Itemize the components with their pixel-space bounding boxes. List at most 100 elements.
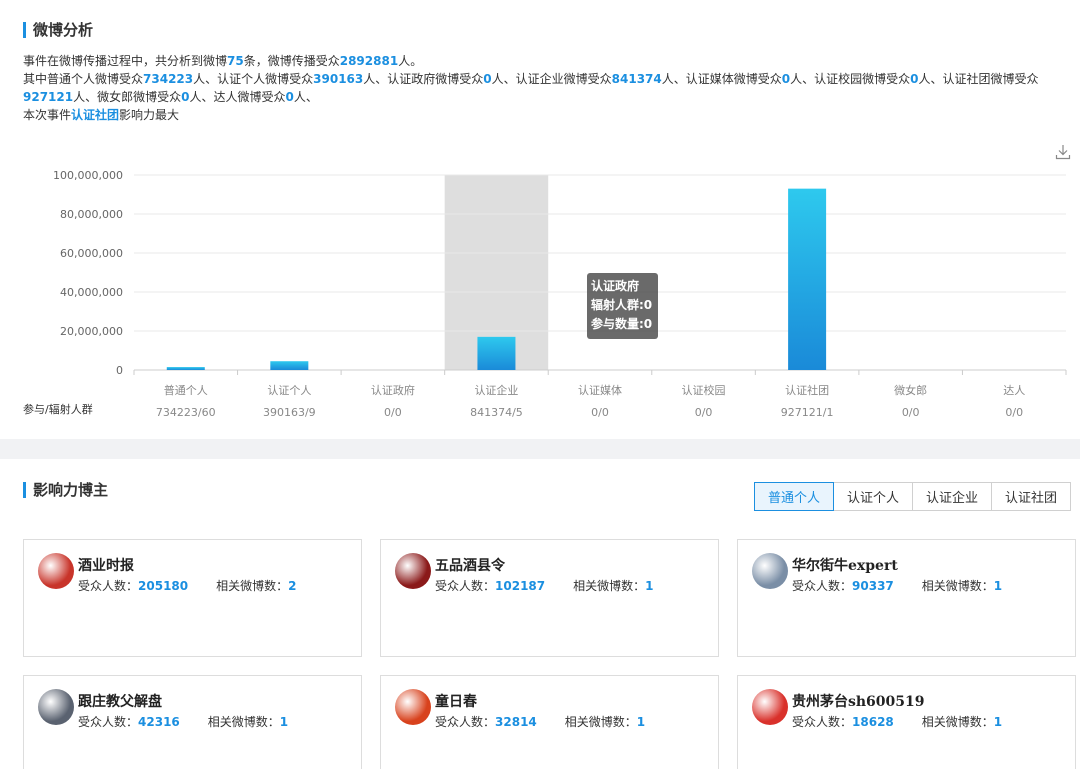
influencer-card[interactable]: 童日春受众人数：32814 相关微博数：1 — [380, 675, 719, 769]
influencers-title: 影响力博主 — [23, 482, 108, 498]
bar-0 — [166, 367, 205, 370]
posts-count: 1 — [993, 715, 1003, 729]
influencer-name[interactable]: 跟庄教父解盘 — [78, 691, 162, 711]
x-tick-label: 认证个人 — [267, 384, 311, 397]
row-value: 927121/1 — [781, 406, 834, 419]
summary-text: 其中普通个人微博受众 — [23, 72, 144, 86]
posts-label: 相关微博数： — [564, 715, 637, 729]
summary-number: 734223 — [143, 72, 194, 86]
summary-number: 0 — [483, 72, 492, 86]
audience-count: 32814 — [495, 715, 537, 729]
tab-2[interactable]: 认证企业 — [912, 482, 992, 511]
influencer-name[interactable]: 华尔街牛expert — [792, 555, 898, 575]
influencer-name[interactable]: 五品酒县令 — [435, 555, 505, 575]
row-value: 0/0 — [384, 406, 402, 419]
summary-line-1: 事件在微博传播过程中，共分析到微博75条，微博传播受众2892881人。 — [23, 54, 423, 68]
influencer-stats: 受众人数：42316 相关微博数：1 — [78, 713, 288, 730]
x-tick-label: 达人 — [1003, 384, 1025, 397]
weibo-analysis-panel: 微博分析 事件在微博传播过程中，共分析到微博75条，微博传播受众2892881人… — [0, 0, 1080, 439]
influencer-name[interactable]: 童日春 — [435, 691, 477, 711]
summary-text: 人、认证校园微博受众 — [790, 72, 911, 86]
influencer-card[interactable]: 酒业时报 受众人数：205180 相关微博数：2 — [23, 539, 362, 657]
summary-text: 人、认证政府微博受众 — [363, 72, 484, 86]
total-audience: 2892881 — [339, 54, 399, 68]
audience-label: 受众人数： — [435, 579, 496, 593]
row-value: 734223/60 — [156, 406, 216, 419]
x-tick-label: 认证校园 — [682, 383, 726, 397]
x-tick-label: 认证政府 — [371, 383, 415, 397]
y-tick-label: 20,000,000 — [60, 325, 123, 338]
chart-tooltip: 认证政府 辐射人群:0 参与数量:0 — [587, 273, 658, 339]
audience-count: 18628 — [852, 715, 894, 729]
analysis-summary: 事件在微博传播过程中，共分析到微博75条，微博传播受众2892881人。 其中普… — [23, 52, 1075, 124]
posts-label: 相关微博数： — [573, 579, 646, 593]
x-tick-label: 微女郎 — [894, 383, 927, 397]
weibo-count: 75 — [227, 54, 244, 68]
weibo-analysis-title: 微博分析 — [23, 22, 93, 38]
summary-text: 人、达人微博受众 — [189, 90, 286, 104]
posts-count: 1 — [636, 715, 646, 729]
tab-3[interactable]: 认证社团 — [991, 482, 1071, 511]
tooltip-line-2: 参与数量:0 — [591, 317, 653, 331]
row-value: 390163/9 — [263, 406, 316, 419]
tab-1[interactable]: 认证个人 — [833, 482, 913, 511]
summary-number: 0 — [285, 90, 294, 104]
summary-line-3: 本次事件认证社团影响力最大 — [23, 108, 180, 122]
influencer-stats: 受众人数：18628 相关微博数：1 — [792, 713, 1002, 730]
posts-label: 相关微博数： — [921, 715, 994, 729]
row-value: 0/0 — [695, 406, 713, 419]
avatar[interactable] — [395, 689, 431, 725]
summary-number: 0 — [910, 72, 919, 86]
audience-count: 205180 — [138, 579, 189, 593]
summary-number: 390163 — [313, 72, 364, 86]
summary-number: 927121 — [23, 90, 74, 104]
avatar[interactable] — [38, 553, 74, 589]
posts-label: 相关微博数： — [216, 579, 289, 593]
audience-label: 受众人数： — [792, 579, 853, 593]
influencer-card[interactable]: 贵州茅台sh600519 受众人数：18628 相关微博数：1 — [737, 675, 1076, 769]
audience-label: 受众人数： — [792, 715, 853, 729]
summary-text: 人、认证个人微博受众 — [193, 72, 314, 86]
avatar[interactable] — [752, 689, 788, 725]
influencer-name[interactable]: 酒业时报 — [78, 555, 134, 575]
x-tick-label: 认证媒体 — [578, 383, 622, 397]
summary-text: 人、认证社团微博受众 — [918, 72, 1039, 86]
influencer-name[interactable]: 贵州茅台sh600519 — [792, 691, 925, 711]
avatar[interactable] — [752, 553, 788, 589]
influencer-stats: 受众人数：205180 相关微博数：2 — [78, 577, 297, 594]
summary-number: 0 — [781, 72, 791, 86]
audience-label: 受众人数： — [435, 715, 496, 729]
avatar[interactable] — [395, 553, 431, 589]
row-value: 0/0 — [1005, 406, 1023, 419]
y-tick-label: 40,000,000 — [60, 286, 123, 299]
summary-text: 人、 — [293, 90, 318, 104]
bar-1 — [270, 361, 309, 370]
posts-count: 1 — [993, 579, 1003, 593]
download-icon[interactable] — [1055, 144, 1071, 160]
influencer-tabs: 普通个人 认证个人 认证企业 认证社团 — [754, 482, 1071, 511]
influencer-stats: 受众人数：90337 相关微博数：1 — [792, 577, 1002, 594]
influencer-card[interactable]: 跟庄教父解盘受众人数：42316 相关微博数：1 — [23, 675, 362, 769]
row-label: 参与/辐射人群 — [23, 402, 93, 416]
influencer-card[interactable]: 五品酒县令受众人数：102187 相关微博数：1 — [380, 539, 719, 657]
audience-label: 受众人数： — [78, 715, 139, 729]
summary-line-2: 其中普通个人微博受众734223人、认证个人微博受众390163人、认证政府微博… — [23, 70, 1075, 106]
posts-count: 1 — [279, 715, 289, 729]
avatar[interactable] — [38, 689, 74, 725]
audience-count: 90337 — [852, 579, 894, 593]
posts-count: 2 — [288, 579, 297, 593]
summary-text: 人、认证企业微博受众 — [491, 72, 612, 86]
x-tick-label: 普通个人 — [164, 383, 208, 397]
influencer-card[interactable]: 华尔街牛expert 受众人数：90337 相关微博数：1 — [737, 539, 1076, 657]
posts-label: 相关微博数： — [921, 579, 994, 593]
tab-0[interactable]: 普通个人 — [754, 482, 834, 511]
audience-bar-chart: 0 20,000,000 40,000,000 60,000,000 80,000,00… — [23, 169, 1067, 419]
x-tick-label: 认证企业 — [474, 383, 518, 397]
summary-text: 人、微女郎微博受众 — [73, 90, 182, 104]
y-tick-label: 60,000,000 — [60, 247, 123, 260]
tooltip-title: 认证政府 — [591, 279, 640, 293]
influencer-stats: 受众人数：102187 相关微博数：1 — [435, 577, 654, 594]
audience-count: 42316 — [138, 715, 180, 729]
summary-number: 841374 — [611, 72, 662, 86]
bar-3 — [477, 336, 516, 370]
